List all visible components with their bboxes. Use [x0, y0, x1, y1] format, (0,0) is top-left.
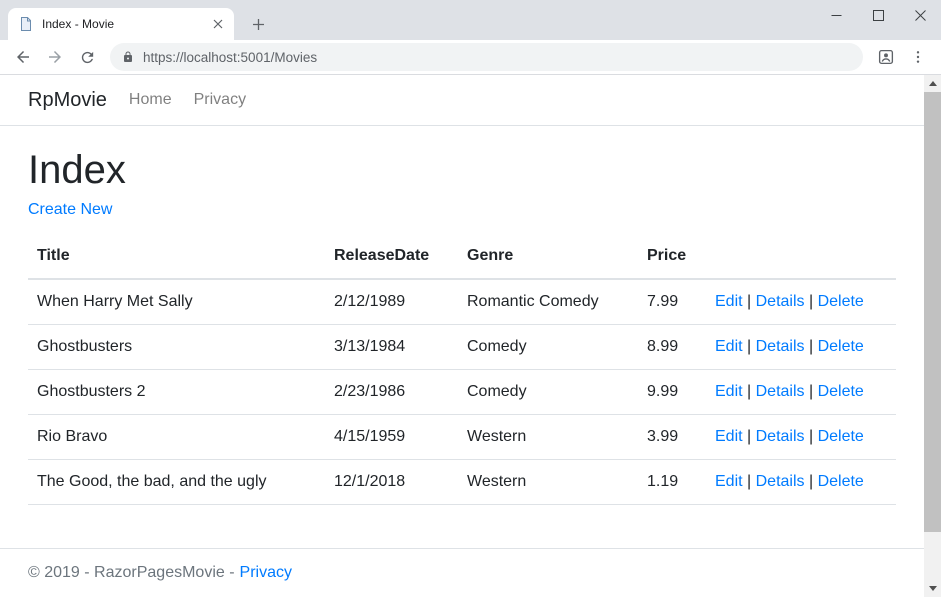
movie-price: 7.99 — [635, 279, 703, 325]
reload-icon[interactable] — [72, 43, 102, 71]
movie-genre: Comedy — [455, 370, 635, 415]
close-button[interactable] — [899, 0, 941, 30]
column-header-releasedate: ReleaseDate — [322, 234, 455, 279]
menu-icon[interactable] — [903, 43, 933, 71]
delete-link[interactable]: Delete — [818, 338, 864, 355]
address-bar[interactable]: https://localhost:5001/Movies — [110, 43, 863, 71]
tab-title: Index - Movie — [42, 17, 202, 31]
delete-link[interactable]: Delete — [818, 428, 864, 445]
movie-genre: Western — [455, 460, 635, 505]
movie-table-body: When Harry Met Sally2/12/1989Romantic Co… — [28, 279, 896, 505]
movie-release-date: 3/13/1984 — [322, 325, 455, 370]
browser-toolbar: https://localhost:5001/Movies — [0, 40, 941, 75]
movie-price: 1.19 — [635, 460, 703, 505]
table-row: The Good, the bad, and the ugly12/1/2018… — [28, 460, 896, 505]
column-header-genre: Genre — [455, 234, 635, 279]
details-link[interactable]: Details — [756, 338, 805, 355]
movie-price: 3.99 — [635, 415, 703, 460]
copyright-text: © 2019 - RazorPagesMovie - — [28, 564, 235, 582]
delete-link[interactable]: Delete — [818, 473, 864, 490]
movie-release-date: 4/15/1959 — [322, 415, 455, 460]
action-separator: | — [743, 428, 756, 445]
movie-genre: Comedy — [455, 325, 635, 370]
new-tab-button[interactable] — [246, 12, 270, 36]
edit-link[interactable]: Edit — [715, 473, 743, 490]
scroll-down-icon[interactable] — [924, 580, 941, 597]
page-title: Index — [28, 147, 896, 193]
details-link[interactable]: Details — [756, 383, 805, 400]
movie-title: The Good, the bad, and the ugly — [28, 460, 322, 505]
footer-privacy-link[interactable]: Privacy — [240, 564, 292, 582]
scroll-up-icon[interactable] — [924, 75, 941, 92]
vertical-scrollbar[interactable] — [924, 75, 941, 597]
back-icon[interactable] — [8, 43, 38, 71]
movie-release-date: 2/23/1986 — [322, 370, 455, 415]
row-actions: Edit | Details | Delete — [703, 460, 896, 505]
scrollbar-thumb[interactable] — [924, 92, 941, 532]
action-separator: | — [805, 383, 818, 400]
page-viewport: RpMovie Home Privacy Index Create New Ti… — [0, 75, 941, 597]
movie-genre: Romantic Comedy — [455, 279, 635, 325]
page-content: RpMovie Home Privacy Index Create New Ti… — [0, 75, 924, 597]
brand-link[interactable]: RpMovie — [28, 89, 107, 112]
edit-link[interactable]: Edit — [715, 293, 743, 310]
action-separator: | — [743, 293, 756, 310]
movies-table: TitleReleaseDateGenrePrice When Harry Me… — [28, 234, 896, 505]
edit-link[interactable]: Edit — [715, 338, 743, 355]
action-separator: | — [805, 338, 818, 355]
action-separator: | — [743, 383, 756, 400]
main-section: Index Create New TitleReleaseDateGenrePr… — [0, 126, 924, 505]
table-row: Ghostbusters 22/23/1986Comedy9.99Edit | … — [28, 370, 896, 415]
row-actions: Edit | Details | Delete — [703, 279, 896, 325]
forward-icon[interactable] — [40, 43, 70, 71]
maximize-button[interactable] — [857, 0, 899, 30]
row-actions: Edit | Details | Delete — [703, 415, 896, 460]
tab-close-icon[interactable] — [210, 16, 226, 32]
browser-window: Index - Movie — [0, 0, 941, 597]
movie-release-date: 2/12/1989 — [322, 279, 455, 325]
lock-icon — [122, 51, 134, 63]
favicon-icon — [18, 16, 34, 32]
details-link[interactable]: Details — [756, 428, 805, 445]
browser-titlebar: Index - Movie — [0, 0, 941, 40]
movie-genre: Western — [455, 415, 635, 460]
action-separator: | — [805, 473, 818, 490]
delete-link[interactable]: Delete — [818, 383, 864, 400]
movie-title: Rio Bravo — [28, 415, 322, 460]
table-row: When Harry Met Sally2/12/1989Romantic Co… — [28, 279, 896, 325]
column-header-price: Price — [635, 234, 703, 279]
action-separator: | — [743, 473, 756, 490]
site-navbar: RpMovie Home Privacy — [0, 75, 924, 126]
edit-link[interactable]: Edit — [715, 428, 743, 445]
delete-link[interactable]: Delete — [818, 293, 864, 310]
profile-icon[interactable] — [871, 43, 901, 71]
table-row: Ghostbusters3/13/1984Comedy8.99Edit | De… — [28, 325, 896, 370]
action-separator: | — [805, 293, 818, 310]
movie-price: 9.99 — [635, 370, 703, 415]
page-footer: © 2019 - RazorPagesMovie - Privacy — [0, 548, 924, 597]
url-text: https://localhost:5001/Movies — [143, 50, 317, 65]
table-row: Rio Bravo4/15/1959Western3.99Edit | Deta… — [28, 415, 896, 460]
column-header-title: Title — [28, 234, 322, 279]
browser-tab[interactable]: Index - Movie — [8, 8, 234, 40]
nav-link-privacy[interactable]: Privacy — [186, 83, 254, 117]
row-actions: Edit | Details | Delete — [703, 325, 896, 370]
movie-release-date: 12/1/2018 — [322, 460, 455, 505]
action-separator: | — [743, 338, 756, 355]
details-link[interactable]: Details — [756, 473, 805, 490]
movie-table-header-row: TitleReleaseDateGenrePrice — [28, 234, 896, 279]
create-new-link[interactable]: Create New — [28, 201, 112, 219]
window-controls — [815, 0, 941, 30]
row-actions: Edit | Details | Delete — [703, 370, 896, 415]
minimize-button[interactable] — [815, 0, 857, 30]
column-header-actions — [703, 234, 896, 279]
edit-link[interactable]: Edit — [715, 383, 743, 400]
details-link[interactable]: Details — [756, 293, 805, 310]
nav-link-home[interactable]: Home — [121, 83, 180, 117]
movie-title: Ghostbusters 2 — [28, 370, 322, 415]
action-separator: | — [805, 428, 818, 445]
movie-title: Ghostbusters — [28, 325, 322, 370]
movie-price: 8.99 — [635, 325, 703, 370]
movie-title: When Harry Met Sally — [28, 279, 322, 325]
